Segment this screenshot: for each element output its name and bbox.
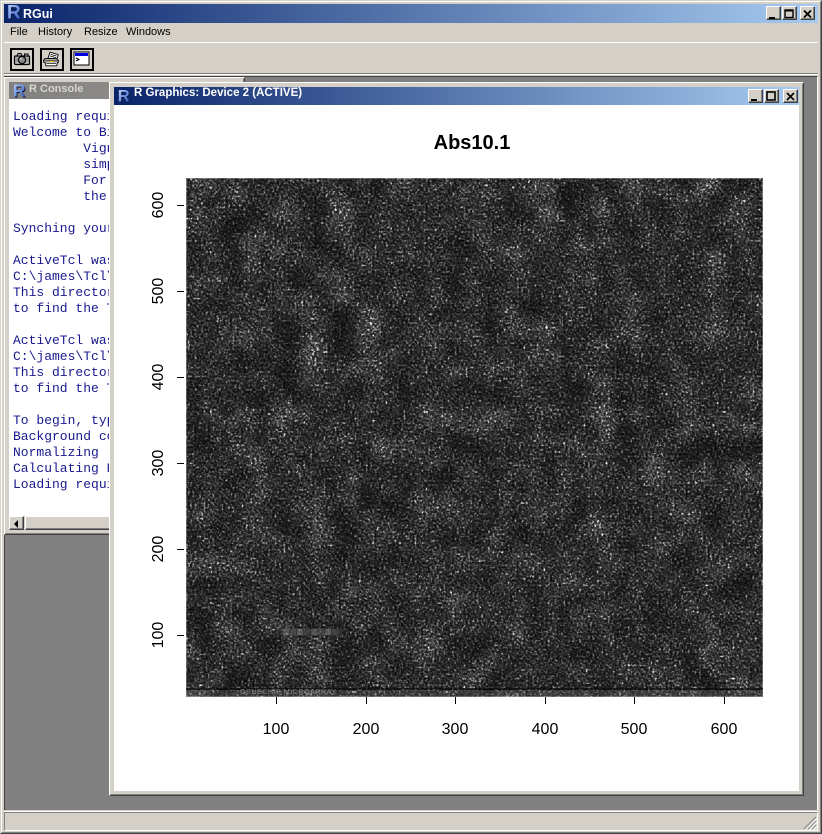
svg-text:R: R [118,89,130,103]
svg-text:GENECHIP MICROARRAY: GENECHIP MICROARRAY [240,689,337,696]
svg-text:R: R [7,4,21,20]
svg-text:R: R [13,83,26,98]
